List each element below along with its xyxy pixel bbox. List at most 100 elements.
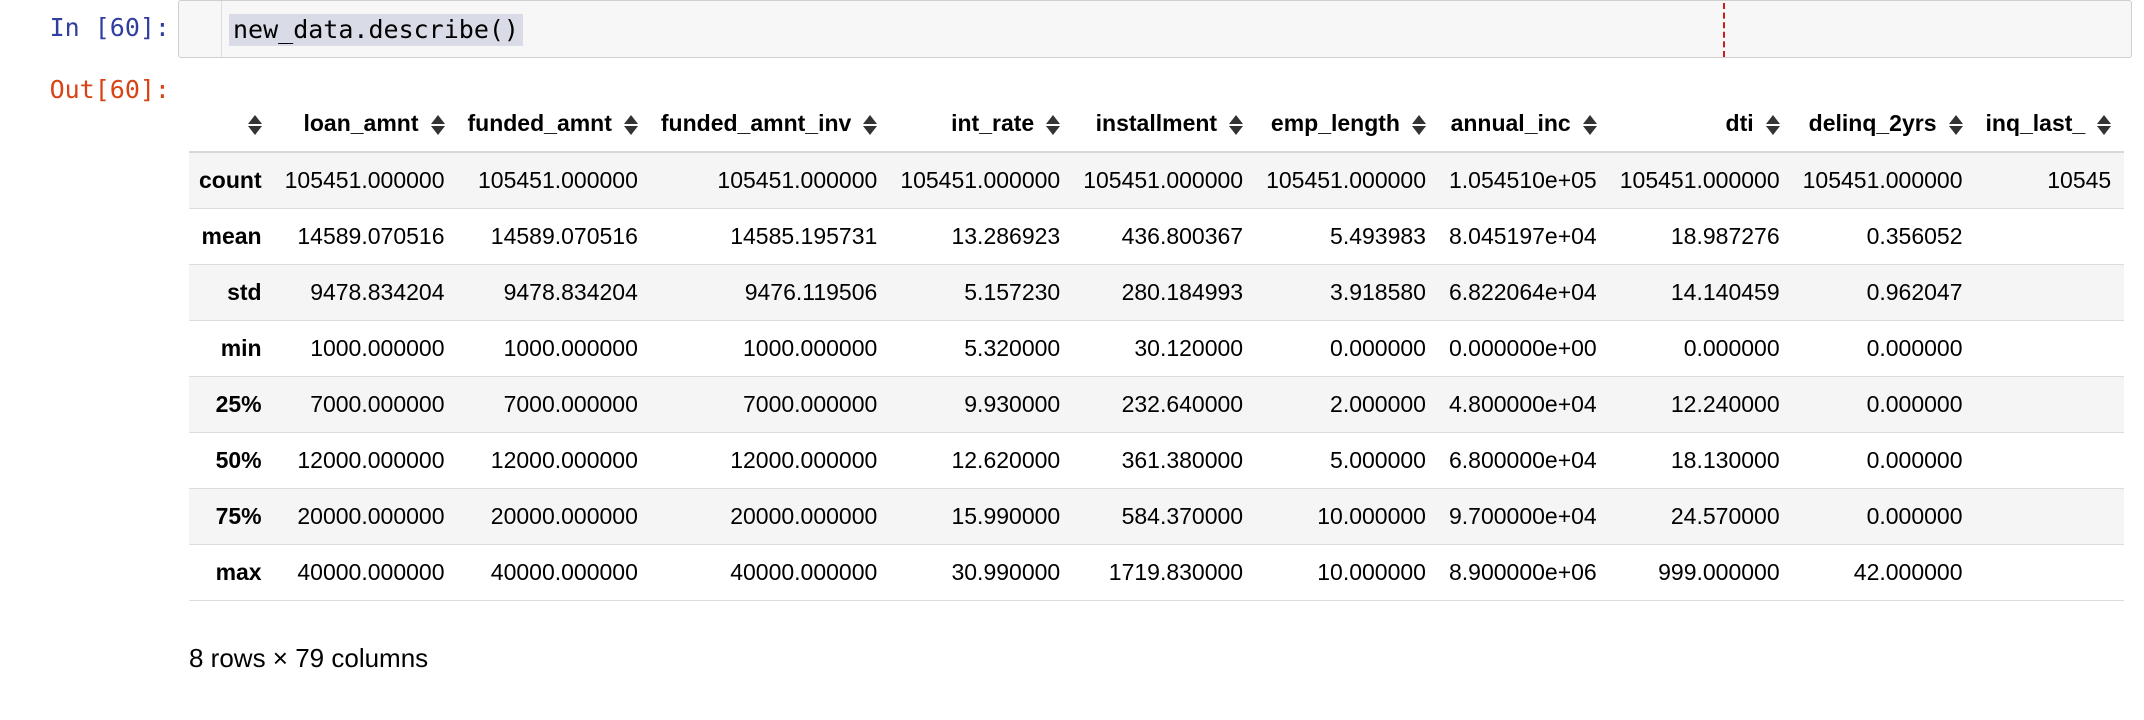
code-cell-input[interactable]: new_data.describe() <box>178 0 2132 58</box>
table-cell: 0.000000 <box>1330 334 1426 361</box>
table-cell: 436.800367 <box>1121 222 1244 249</box>
table-cell: 1719.830000 <box>1108 558 1244 585</box>
table-row: count 105451.000000 105451.000000 105451.00… <box>189 152 2124 208</box>
column-header-label: dti <box>1725 110 1754 136</box>
column-header[interactable]: delinq_2yrs <box>1792 96 1976 153</box>
column-header[interactable]: installment <box>1073 96 1257 153</box>
table-cell <box>1976 544 2124 600</box>
table-cell: 105451.000000 <box>1083 166 1244 193</box>
table-cell: 40000.000000 <box>730 558 878 585</box>
row-label: max <box>215 558 262 585</box>
table-row: min 1000.000000 1000.000000 1000.000000 5.32… <box>189 320 2124 376</box>
table-cell: 40000.000000 <box>490 558 638 585</box>
column-ruler <box>1723 3 1725 57</box>
table-cell: 40000.000000 <box>297 558 445 585</box>
sort-icon[interactable] <box>1948 114 1963 136</box>
sort-icon[interactable] <box>1582 114 1597 136</box>
column-header-label: delinq_2yrs <box>1808 110 1937 136</box>
sort-icon[interactable] <box>430 114 445 136</box>
table-cell: 12000.000000 <box>297 446 445 473</box>
table-cell: 232.640000 <box>1121 390 1244 417</box>
column-header[interactable]: loan_amnt <box>274 96 458 153</box>
table-cell: 1000.000000 <box>503 334 638 361</box>
table-cell: 0.000000 <box>1866 390 1963 417</box>
table-cell: 10.000000 <box>1317 502 1426 529</box>
table-cell: 105451.000000 <box>1802 166 1963 193</box>
table-row: 50% 12000.000000 12000.000000 12000.000000 1… <box>189 432 2124 488</box>
row-label: 50% <box>215 446 262 473</box>
table-cell: 1000.000000 <box>743 334 878 361</box>
table-cell: 7000.000000 <box>310 390 445 417</box>
table-cell: 361.380000 <box>1121 446 1244 473</box>
sort-icon[interactable] <box>1765 114 1780 136</box>
table-body: count 105451.000000 105451.000000 105451.00… <box>189 152 2124 600</box>
table-cell: 4.800000e+04 <box>1448 390 1597 417</box>
table-cell: 0.356052 <box>1866 222 1963 249</box>
table-cell: 0.000000 <box>1683 334 1780 361</box>
table-cell: 9478.834204 <box>310 278 445 305</box>
table-cell: 105451.000000 <box>717 166 878 193</box>
table-cell: 18.130000 <box>1670 446 1780 473</box>
table-cell: 30.990000 <box>951 558 1061 585</box>
line-gutter <box>179 1 222 57</box>
table-cell <box>1976 264 2124 320</box>
row-label: min <box>220 334 262 361</box>
table-cell: 6.822064e+04 <box>1448 278 1597 305</box>
column-header-label: installment <box>1095 110 1218 136</box>
table-cell: 20000.000000 <box>297 502 445 529</box>
sort-icon[interactable] <box>1229 114 1244 136</box>
table-cell: 12000.000000 <box>730 446 878 473</box>
table-cell: 10545 <box>2047 166 2112 193</box>
column-header[interactable]: funded_amnt <box>457 96 651 153</box>
column-header[interactable]: funded_amnt_inv <box>650 96 891 153</box>
table-cell: 18.987276 <box>1670 222 1780 249</box>
table-cell: 9478.834204 <box>503 278 638 305</box>
table-cell <box>1976 320 2124 376</box>
column-header-label: int_rate <box>951 110 1035 136</box>
table-cell: 14589.070516 <box>490 222 638 249</box>
dataframe-output[interactable]: loan_amnt funded_amnt funded_amnt_inv int_r… <box>189 96 2124 606</box>
column-header[interactable]: dti <box>1609 96 1793 153</box>
table-cell: 20000.000000 <box>730 502 878 529</box>
table-cell: 14.140459 <box>1670 278 1780 305</box>
table-cell: 0.000000e+00 <box>1448 334 1597 361</box>
table-cell: 0.962047 <box>1866 278 1963 305</box>
table-cell: 105451.000000 <box>1266 166 1426 193</box>
column-header[interactable]: int_rate <box>890 96 1074 153</box>
table-cell: 9.930000 <box>964 390 1061 417</box>
sort-icon[interactable] <box>247 114 262 136</box>
table-cell: 7000.000000 <box>743 390 878 417</box>
index-header[interactable] <box>189 96 275 153</box>
table-cell: 0.000000 <box>1866 446 1963 473</box>
sort-icon[interactable] <box>2097 114 2112 136</box>
sort-icon[interactable] <box>1046 114 1061 136</box>
code-text[interactable]: new_data.describe() <box>229 14 523 46</box>
column-header-label: inq_last_ <box>1985 110 2086 136</box>
table-cell: 5.157230 <box>964 278 1061 305</box>
sort-icon[interactable] <box>623 114 638 136</box>
input-prompt: In [60]: <box>49 13 170 42</box>
column-header[interactable]: annual_inc <box>1438 96 1610 153</box>
sort-icon[interactable] <box>1411 114 1426 136</box>
column-header[interactable]: emp_length <box>1256 96 1439 153</box>
table-cell: 5.000000 <box>1330 446 1426 473</box>
row-label: 75% <box>215 502 262 529</box>
table-cell <box>1976 432 2124 488</box>
dataframe-shape: 8 rows × 79 columns <box>189 643 429 673</box>
table-cell: 42.000000 <box>1853 558 1963 585</box>
table-cell: 14585.195731 <box>730 222 878 249</box>
column-header-label: annual_inc <box>1450 110 1571 136</box>
notebook-page: In [60]: new_data.describe() Out[60]: lo… <box>0 0 2144 720</box>
table-cell: 8.045197e+04 <box>1448 222 1597 249</box>
table-cell: 9.700000e+04 <box>1448 502 1597 529</box>
table-cell <box>1976 488 2124 544</box>
table-cell: 8.900000e+06 <box>1448 558 1597 585</box>
table-cell: 12.620000 <box>951 446 1061 473</box>
row-label: std <box>227 278 262 305</box>
table-cell: 6.800000e+04 <box>1448 446 1597 473</box>
sort-icon[interactable] <box>863 114 878 136</box>
table-row: mean 14589.070516 14589.070516 14585.195731… <box>189 208 2124 264</box>
table-cell: 280.184993 <box>1121 278 1244 305</box>
table-cell <box>1976 208 2124 264</box>
column-header[interactable]: inq_last_ <box>1975 96 2124 153</box>
